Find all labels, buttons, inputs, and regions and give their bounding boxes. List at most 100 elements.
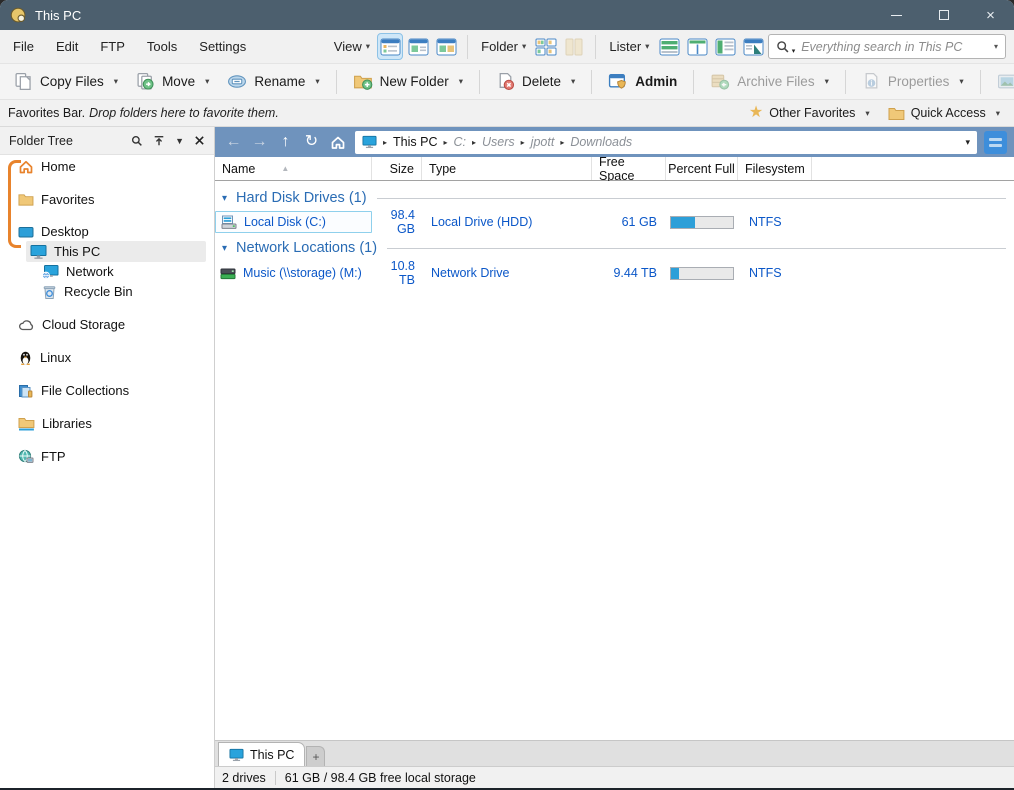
home-icon [19, 160, 33, 173]
archive-icon [711, 74, 730, 90]
search-dropdown-icon[interactable]: ▾ [994, 42, 998, 51]
folder-menu-button[interactable]: Folder ▾ [475, 39, 532, 54]
tree-item-linux[interactable]: Linux [14, 347, 75, 368]
tree-item-favorites[interactable]: Favorites [14, 189, 98, 210]
favorites-bar: Favorites Bar. Drop folders here to favo… [0, 100, 1014, 127]
tree-item-cloud-storage[interactable]: Cloud Storage [14, 314, 129, 335]
tree-item-desktop[interactable]: Desktop [14, 221, 93, 242]
menu-tools[interactable]: Tools [136, 39, 188, 54]
breadcrumb[interactable]: ▸ This PC ▸ C: ▸ Users ▸ jpott ▸ Downloa… [355, 130, 977, 154]
breadcrumb-segment[interactable]: C: [453, 135, 466, 149]
maximize-button[interactable] [920, 0, 967, 30]
search-type-caret-icon[interactable]: ▾ [792, 47, 796, 55]
view-menu-button[interactable]: View ▾ [328, 39, 376, 54]
tree-item-libraries[interactable]: Libraries [14, 413, 96, 434]
properties-button[interactable]: i Properties ▾ [853, 67, 973, 97]
up-button[interactable]: ↑ [273, 134, 298, 150]
chevron-down-icon: ▾ [824, 76, 829, 86]
separator [591, 69, 593, 94]
tree-item-file-collections[interactable]: File Collections [14, 380, 133, 401]
folder-vertical-button[interactable] [561, 33, 587, 60]
chevron-down-icon: ▾ [113, 76, 119, 86]
search-input[interactable] [799, 38, 990, 55]
drive-filesystem: NTFS [749, 266, 782, 280]
drive-name-cell[interactable]: Music (\\storage) (M:) [215, 262, 372, 284]
tree-options-icon[interactable]: ▼ [175, 136, 184, 146]
move-button[interactable]: Move ▾ [127, 67, 218, 97]
breadcrumb-segment[interactable]: This PC [393, 135, 437, 149]
breadcrumb-segment[interactable]: Downloads [570, 135, 632, 149]
archive-files-button[interactable]: Archive Files ▾ [701, 67, 838, 97]
column-header-free-space[interactable]: Free Space [592, 155, 666, 183]
lister-horizontal-button[interactable] [656, 33, 682, 60]
vertical-panes-icon [565, 38, 583, 55]
tree-item-this-pc[interactable]: This PC [26, 241, 206, 262]
column-header-type[interactable]: Type [422, 157, 592, 180]
tree-item-home[interactable]: Home [14, 156, 80, 177]
forward-button[interactable]: → [247, 134, 272, 150]
file-display-pane: ← → ↑ ↻ ▸ This PC ▸ C: ▸ Users ▸ jpott ▸… [215, 127, 1014, 788]
tree-close-icon[interactable] [194, 135, 205, 146]
main-area: Folder Tree ▼ Home Favorites Desktop Thi… [0, 127, 1014, 788]
favorites-bar-label: Favorites Bar. [8, 106, 86, 120]
home-button[interactable] [325, 135, 350, 150]
lister-vertical-split-button[interactable] [685, 33, 711, 60]
copy-files-button[interactable]: Copy Files ▾ [5, 67, 127, 97]
tree-item-network[interactable]: Network [38, 261, 118, 282]
menu-settings[interactable]: Settings [188, 39, 257, 54]
view-details-button[interactable] [377, 33, 404, 60]
breadcrumb-dropdown-icon[interactable]: ▾ [965, 137, 970, 148]
back-button[interactable]: ← [221, 134, 246, 150]
status-storage-summary: 61 GB / 98.4 GB free local storage [284, 770, 476, 785]
horizontal-split-icon [659, 38, 680, 55]
lister-preview-button[interactable] [741, 33, 767, 60]
minimize-button[interactable] [873, 0, 920, 30]
lister-tree-list-button[interactable] [713, 33, 739, 60]
other-favorites-button[interactable]: ★ Other Favorites ▾ [743, 105, 876, 121]
breadcrumb-separator-icon: ▸ [560, 137, 565, 147]
rename-button[interactable]: Rename ▾ [218, 67, 328, 97]
refresh-button[interactable]: ↻ [299, 134, 324, 150]
breadcrumb-segment[interactable]: Users [482, 135, 515, 149]
chevron-down-icon: ▾ [865, 107, 870, 118]
slideshow-button[interactable]: Slideshow ▾ [988, 67, 1014, 97]
tab-this-pc[interactable]: This PC [218, 742, 306, 766]
menu-file[interactable]: File [2, 39, 45, 54]
new-folder-button[interactable]: New Folder ▾ [344, 67, 472, 97]
tree-search-icon[interactable] [131, 135, 143, 147]
table-row-local-disk-c[interactable]: Local Disk (C:) 98.4 GB Local Drive (HDD… [215, 208, 1014, 236]
delete-icon [499, 72, 515, 91]
group-collapse-icon[interactable]: ▾ [222, 193, 227, 204]
drive-name-cell[interactable]: Local Disk (C:) [215, 211, 372, 233]
column-header-percent-full[interactable]: Percent Full [666, 157, 738, 180]
desktop-icon [18, 226, 34, 237]
admin-button[interactable]: Admin [599, 67, 686, 97]
group-collapse-icon[interactable]: ▾ [222, 243, 227, 254]
status-drive-count: 2 drives [222, 770, 276, 785]
column-header-row: Name ▲ Size Type Free Space Percent Full… [215, 155, 1014, 183]
group-header-hard-disk-drives[interactable]: ▾ Hard Disk Drives (1) [222, 188, 1006, 208]
lister-menu-button[interactable]: Lister ▾ [603, 39, 655, 54]
new-tab-button[interactable]: + [306, 746, 326, 766]
folder-dual-button[interactable] [533, 33, 559, 60]
tree-collapse-icon[interactable] [153, 135, 165, 147]
menu-ftp[interactable]: FTP [89, 39, 136, 54]
drive-type: Local Drive (HDD) [431, 215, 533, 229]
close-button[interactable]: × [967, 0, 1014, 30]
table-row-music-network-drive[interactable]: Music (\\storage) (M:) 10.8 TB Network D… [215, 259, 1014, 287]
menu-edit[interactable]: Edit [45, 39, 89, 54]
properties-icon: i [865, 72, 878, 89]
search-icon[interactable] [776, 40, 790, 54]
delete-button[interactable]: Delete ▾ [487, 67, 584, 97]
tree-item-ftp[interactable]: FTP [14, 446, 70, 467]
dual-display-toggle-button[interactable] [984, 130, 1007, 154]
quick-access-button[interactable]: Quick Access ▾ [882, 106, 1006, 121]
tree-item-recycle-bin[interactable]: Recycle Bin [38, 281, 137, 302]
breadcrumb-segment[interactable]: jpott [531, 135, 555, 149]
column-header-size[interactable]: Size [372, 157, 422, 180]
column-header-filesystem[interactable]: Filesystem [738, 157, 812, 180]
group-header-network-locations[interactable]: ▾ Network Locations (1) [222, 238, 1006, 258]
view-list-button[interactable] [405, 33, 431, 60]
column-header-name[interactable]: Name ▲ [215, 157, 372, 180]
view-thumbnails-button[interactable] [433, 33, 459, 60]
